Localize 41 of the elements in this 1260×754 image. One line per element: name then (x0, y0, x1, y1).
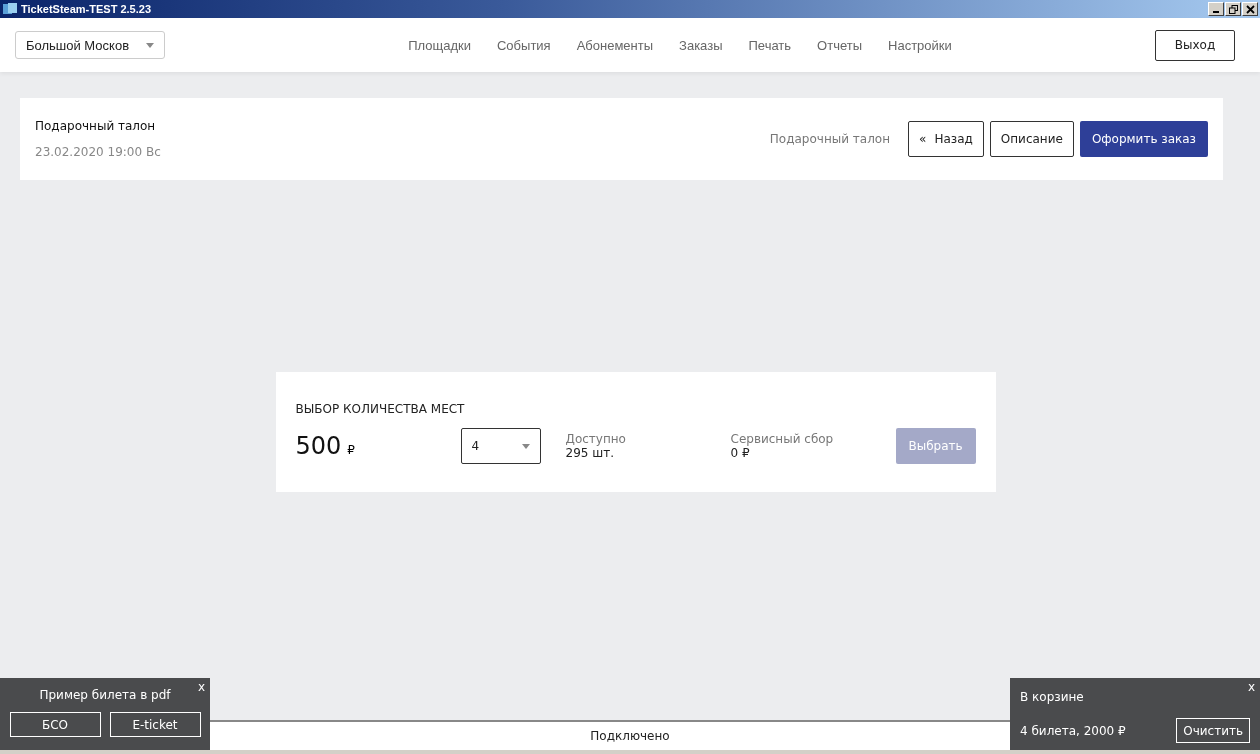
checkout-button[interactable]: Оформить заказ (1079, 121, 1208, 157)
nav-link[interactable]: Настройки (888, 37, 952, 53)
quantity-dropdown[interactable]: 4 (460, 428, 541, 464)
close-icon (1245, 4, 1255, 14)
nav-link[interactable]: Отчеты (817, 37, 863, 53)
fee-value: 0 ₽ (730, 446, 751, 460)
price: 500 (295, 432, 342, 460)
event-label: Подарочный талон (769, 132, 891, 146)
nav-link[interactable]: Заказы (679, 37, 723, 53)
close-button[interactable]: x (197, 680, 205, 694)
app-icon (2, 2, 18, 16)
clear-button[interactable]: Очистить (1176, 718, 1250, 743)
quantity-heading: ВЫБОР КОЛИЧЕСТВА МЕСТ (295, 402, 465, 416)
close-button[interactable]: x (1247, 680, 1255, 694)
close-button[interactable] (1242, 2, 1258, 16)
available-value: 295 шт. (565, 446, 615, 460)
minimize-button[interactable] (1208, 2, 1224, 16)
description-button[interactable]: Описание (989, 121, 1074, 157)
window-title: TicketSteam-TEST 2.5.23 (21, 3, 152, 15)
popup-title: Пример билета в pdf (39, 688, 171, 702)
nav-link[interactable]: Площадки (408, 37, 471, 53)
currency-sign: ₽ (347, 443, 355, 457)
venue-dropdown[interactable]: Большой Москов (15, 31, 165, 59)
back-button[interactable]: « Назад (908, 121, 984, 157)
event-date: 23.02.2020 19:00 Вс (35, 145, 162, 159)
restore-button[interactable] (1225, 2, 1241, 16)
ticket-format-button[interactable]: БСО (9, 712, 101, 737)
cart-summary: 4 билета, 2000 ₽ (1020, 723, 1126, 738)
popup-title: В корзине (1020, 690, 1085, 704)
fee-label: Сервисный сбор (730, 432, 835, 446)
caret-icon (146, 42, 154, 48)
ticket-format-button[interactable]: E-ticket (109, 712, 201, 737)
nav-link[interactable]: Печать (748, 37, 792, 53)
event-title: Подарочный талон (35, 119, 157, 133)
available-label: Доступно (565, 432, 627, 446)
logout-button[interactable]: Выход (1155, 29, 1235, 61)
nav-link[interactable]: Абонементы (576, 37, 654, 53)
status-text: Подключено (590, 729, 670, 743)
nav-link[interactable]: События (496, 37, 551, 53)
restore-icon (1228, 4, 1238, 14)
caret-icon (521, 443, 530, 449)
